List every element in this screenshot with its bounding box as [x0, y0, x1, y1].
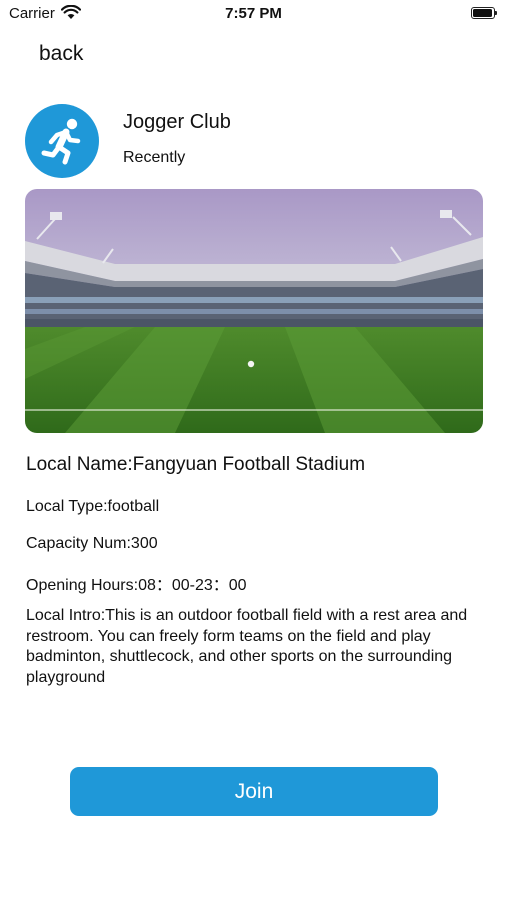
battery-icon [471, 7, 497, 19]
back-button[interactable]: back [39, 42, 83, 66]
venue-capacity: Capacity Num:300 [26, 535, 158, 552]
venue-opening-hours: Opening Hours:08：00-23：00 [26, 577, 247, 594]
clock-time: 7:57 PM [225, 5, 282, 22]
join-button[interactable]: Join [70, 767, 438, 816]
club-subtitle: Recently [123, 149, 186, 166]
football-stadium-photo [25, 189, 483, 433]
venue-type: Local Type:football [26, 498, 160, 515]
status-bar: Carrier 7:57 PM [0, 0, 507, 30]
venue-intro: Local Intro:This is an outdoor football … [26, 607, 468, 686]
venue-name: Local Name:Fangyuan Football Stadium [26, 454, 366, 475]
running-person-icon [41, 118, 81, 165]
club-avatar [25, 104, 99, 178]
club-name: Jogger Club [123, 111, 231, 133]
